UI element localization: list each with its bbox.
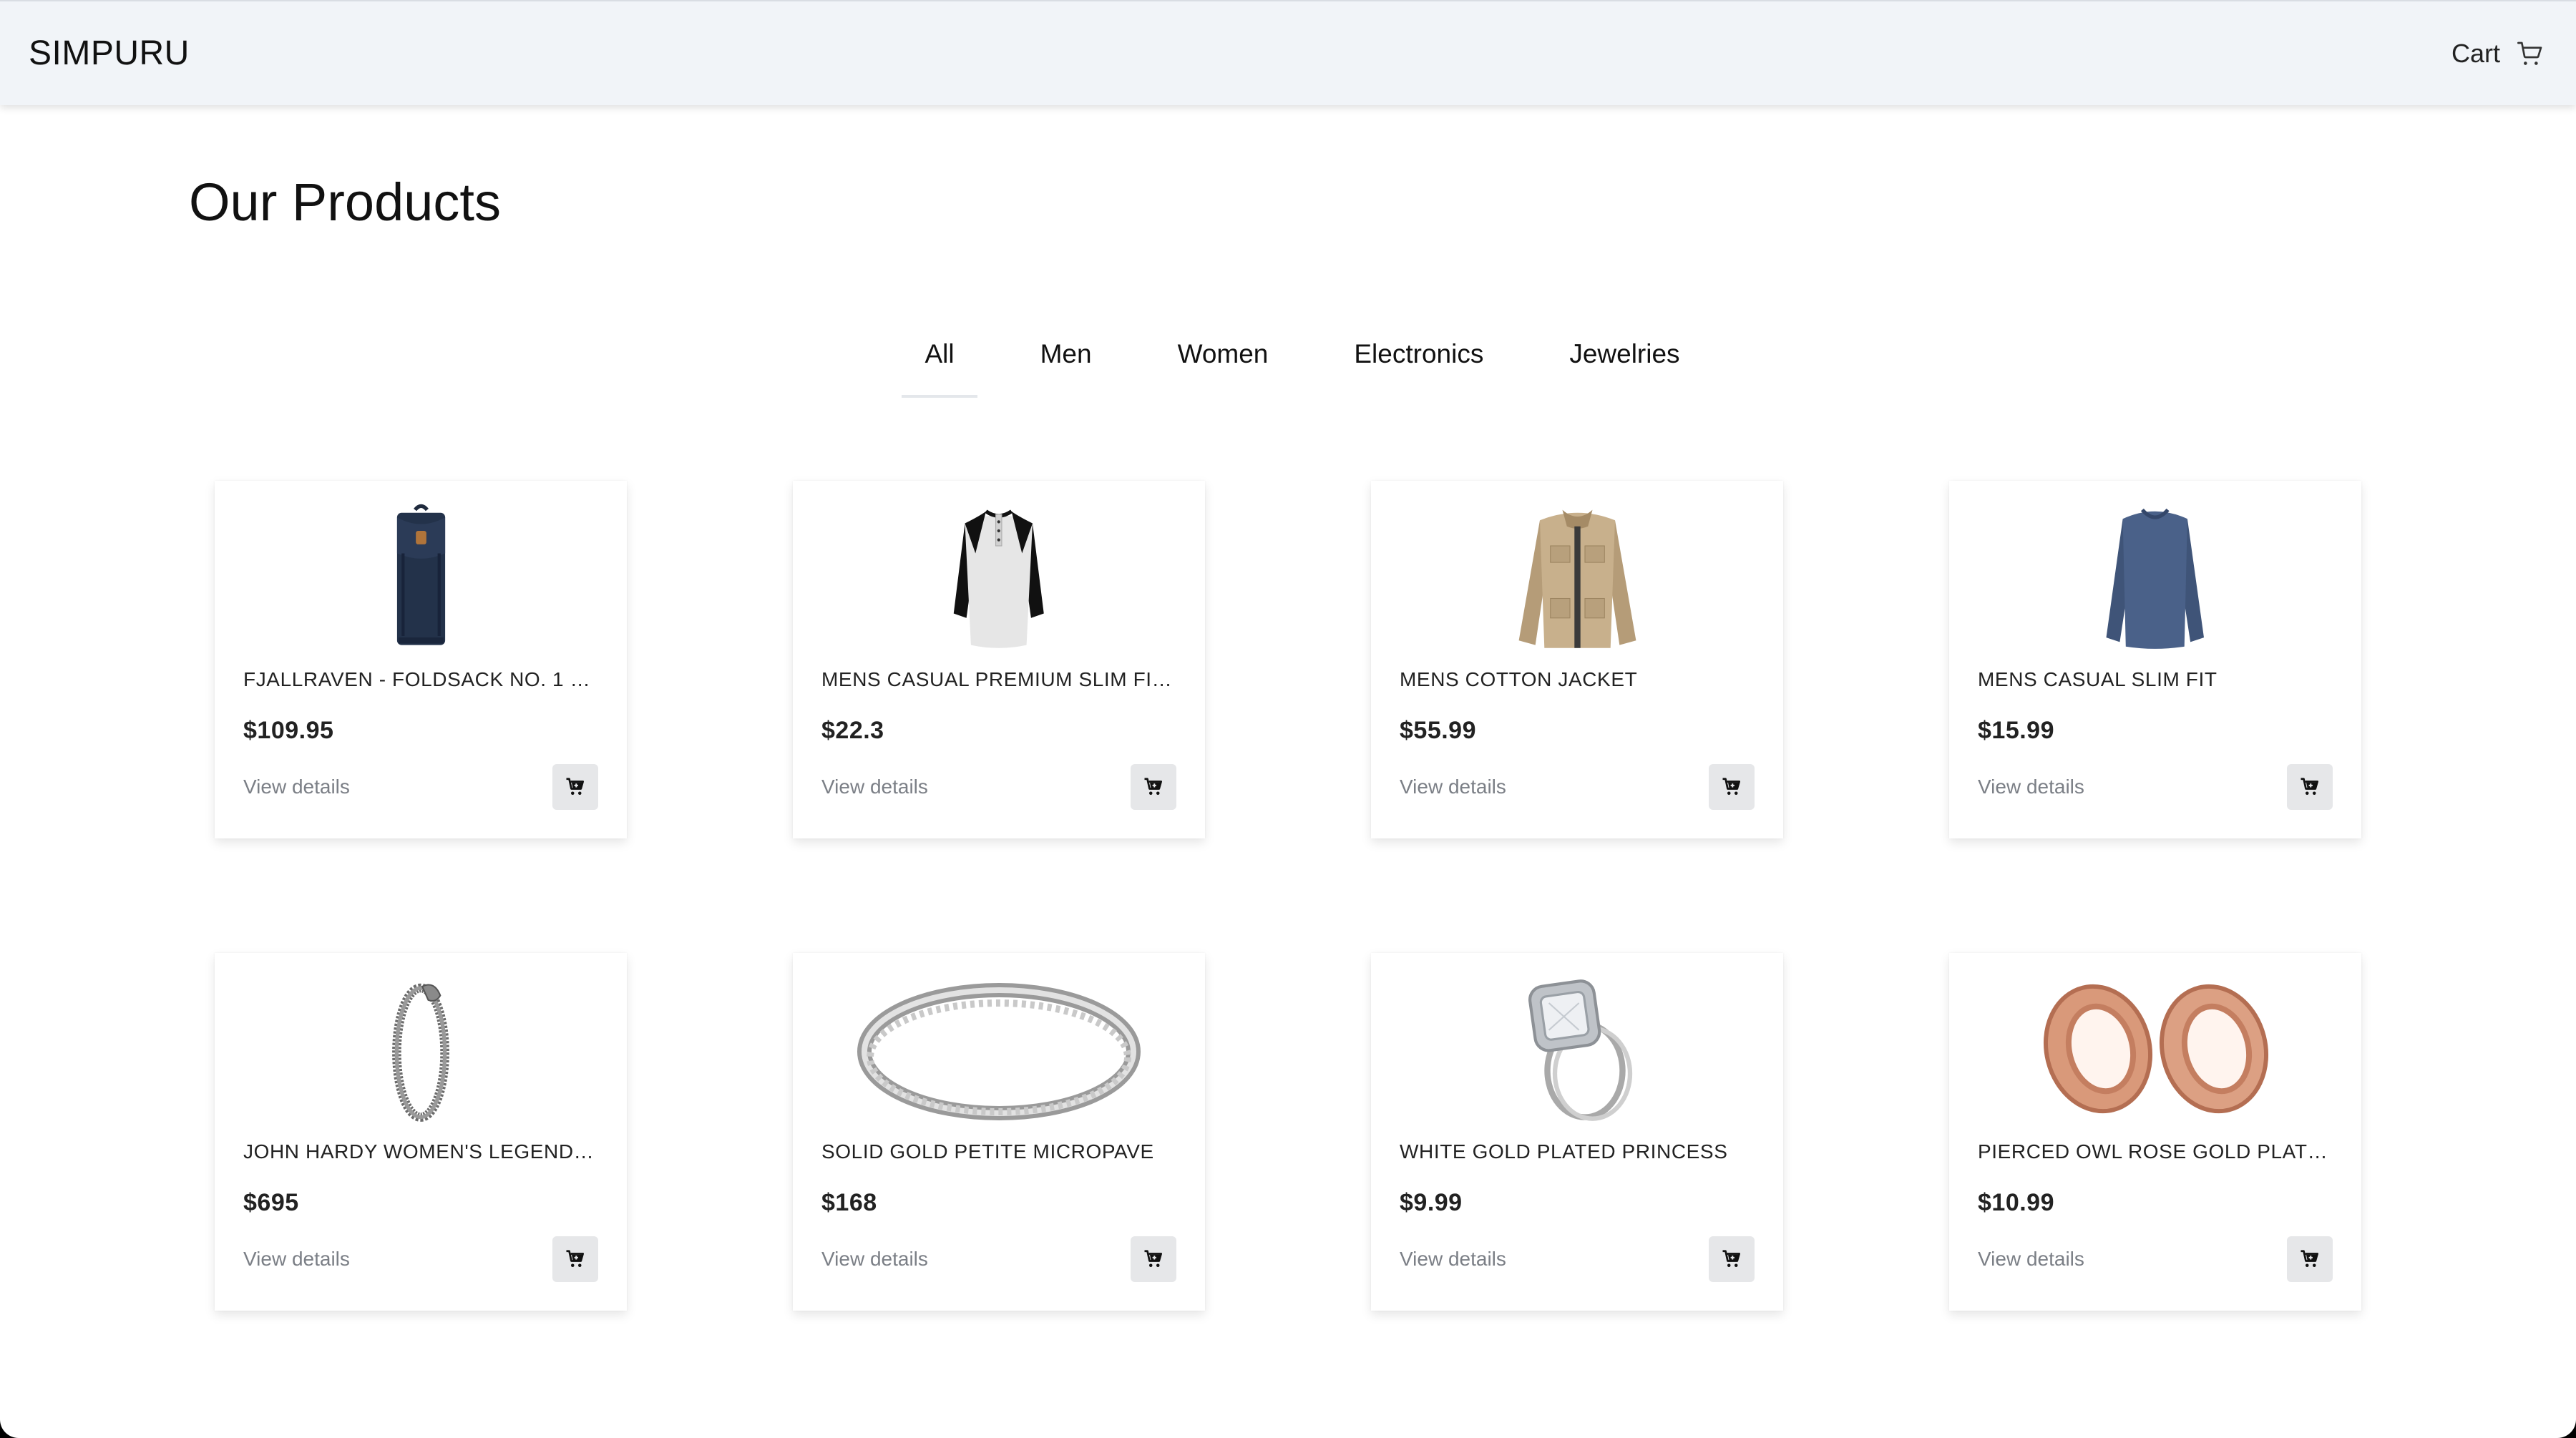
- product-name[interactable]: MENS CASUAL PREMIUM SLIM FIT ...: [821, 668, 1176, 691]
- tab-electronics[interactable]: Electronics: [1331, 322, 1506, 398]
- product-card: MENS COTTON JACKET $55.99 View details: [1371, 481, 1783, 838]
- window-corner-right: [2557, 1419, 2576, 1438]
- product-name[interactable]: WHITE GOLD PLATED PRINCESS: [1400, 1140, 1755, 1163]
- backpack-image: [396, 504, 445, 645]
- cart-plus-icon: [1722, 778, 1740, 795]
- tab-jewelries[interactable]: Jewelries: [1546, 322, 1702, 398]
- brand-logo[interactable]: SIMPURU: [29, 34, 190, 73]
- product-name[interactable]: MENS COTTON JACKET: [1400, 668, 1755, 691]
- view-details-link[interactable]: View details: [243, 776, 350, 798]
- view-details-link[interactable]: View details: [1978, 776, 2084, 798]
- cart-label: Cart: [2451, 38, 2500, 68]
- product-name[interactable]: JOHN HARDY WOMEN'S LEGENDS ...: [243, 1140, 598, 1163]
- cart-plus-icon: [1144, 1250, 1162, 1267]
- view-details-link[interactable]: View details: [821, 776, 928, 798]
- cart-link[interactable]: Cart: [2451, 39, 2545, 69]
- shopping-cart-icon: [2517, 41, 2542, 65]
- add-to-cart-button[interactable]: [1709, 1236, 1755, 1282]
- product-grid: FJALLRAVEN - FOLDSACK NO. 1 BA... $109.9…: [215, 481, 2361, 1311]
- tab-men[interactable]: Men: [1018, 322, 1115, 398]
- add-to-cart-button[interactable]: [2287, 1236, 2333, 1282]
- cart-plus-icon: [566, 778, 584, 795]
- add-to-cart-button[interactable]: [1131, 1236, 1176, 1282]
- add-to-cart-button[interactable]: [1709, 764, 1755, 810]
- product-card: JOHN HARDY WOMEN'S LEGENDS ... $695 View…: [215, 953, 627, 1311]
- product-name[interactable]: MENS CASUAL SLIM FIT: [1978, 668, 2333, 691]
- product-image-rose-gold-plugs[interactable]: [1978, 953, 2333, 1123]
- product-card: WHITE GOLD PLATED PRINCESS $9.99 View de…: [1371, 953, 1783, 1311]
- product-name[interactable]: FJALLRAVEN - FOLDSACK NO. 1 BA...: [243, 668, 598, 691]
- product-card: SOLID GOLD PETITE MICROPAVE $168 View de…: [793, 953, 1205, 1311]
- cart-plus-icon: [1144, 778, 1162, 795]
- longsleeve-shirt-image: [2106, 508, 2205, 649]
- add-to-cart-button[interactable]: [552, 764, 598, 810]
- view-details-link[interactable]: View details: [1978, 1248, 2084, 1271]
- view-details-link[interactable]: View details: [821, 1248, 928, 1271]
- add-to-cart-button[interactable]: [552, 1236, 598, 1282]
- window-corner-left: [0, 1419, 19, 1438]
- tab-all[interactable]: All: [902, 322, 977, 398]
- product-price: $9.99: [1400, 1189, 1463, 1216]
- product-name[interactable]: PIERCED OWL ROSE GOLD PLATED...: [1978, 1140, 2333, 1163]
- product-image-princess-ring[interactable]: [1400, 953, 1755, 1123]
- page-title: Our Products: [189, 172, 501, 232]
- cart-plus-icon: [2301, 778, 2318, 795]
- product-price: $55.99: [1400, 717, 1476, 744]
- product-price: $109.95: [243, 717, 334, 744]
- chain-bracelet-image: [392, 983, 449, 1122]
- product-card: MENS CASUAL PREMIUM SLIM FIT ... $22.3 V…: [793, 481, 1205, 838]
- navbar: SIMPURU Cart: [0, 0, 2576, 105]
- princess-ring-image: [1528, 979, 1632, 1121]
- product-price: $15.99: [1978, 717, 2054, 744]
- product-image-raglan-tshirt[interactable]: [821, 481, 1176, 651]
- product-price: $22.3: [821, 717, 884, 744]
- micropave-ring-image: [857, 983, 1141, 1120]
- view-details-link[interactable]: View details: [1400, 776, 1506, 798]
- view-details-link[interactable]: View details: [243, 1248, 350, 1271]
- product-price: $695: [243, 1189, 299, 1216]
- product-card: FJALLRAVEN - FOLDSACK NO. 1 BA... $109.9…: [215, 481, 627, 838]
- product-price: $10.99: [1978, 1189, 2054, 1216]
- rose-gold-plugs-image: [2043, 984, 2269, 1114]
- product-image-backpack[interactable]: [243, 481, 598, 651]
- cart-plus-icon: [1722, 1250, 1740, 1267]
- tab-women[interactable]: Women: [1155, 322, 1292, 398]
- product-name[interactable]: SOLID GOLD PETITE MICROPAVE: [821, 1140, 1176, 1163]
- product-image-chain-bracelet[interactable]: [243, 953, 598, 1123]
- product-image-longsleeve-shirt[interactable]: [1978, 481, 2333, 651]
- product-image-cotton-jacket[interactable]: [1400, 481, 1755, 651]
- add-to-cart-button[interactable]: [2287, 764, 2333, 810]
- product-card: PIERCED OWL ROSE GOLD PLATED... $10.99 V…: [1949, 953, 2361, 1311]
- raglan-tshirt-image: [954, 509, 1044, 648]
- cotton-jacket-image: [1518, 509, 1636, 648]
- view-details-link[interactable]: View details: [1400, 1248, 1506, 1271]
- product-price: $168: [821, 1189, 877, 1216]
- add-to-cart-button[interactable]: [1131, 764, 1176, 810]
- cart-plus-icon: [566, 1250, 584, 1267]
- category-tabs: All Men Women Electronics Jewelries: [0, 322, 2576, 398]
- product-image-micropave-ring[interactable]: [821, 953, 1176, 1123]
- product-card: MENS CASUAL SLIM FIT $15.99 View details: [1949, 481, 2361, 838]
- cart-plus-icon: [2301, 1250, 2318, 1267]
